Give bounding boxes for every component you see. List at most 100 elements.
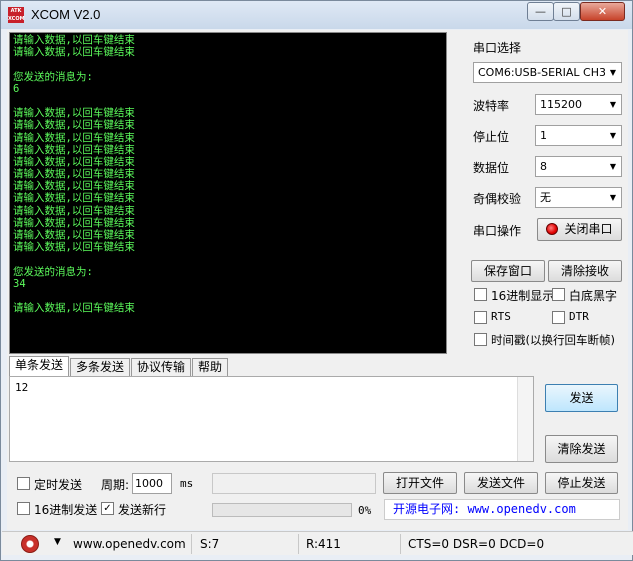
console-line: 请输入数据,以回车键结束 <box>13 216 135 229</box>
app-logo-icon: ATK XCOM <box>8 7 25 23</box>
tab-multi-send[interactable]: 多条发送 <box>70 358 131 376</box>
period-unit: ms <box>180 477 194 490</box>
timestamp-label: 时间戳(以换行回车断帧) <box>491 333 615 347</box>
port-select[interactable]: COM6:USB-SERIAL CH340 ▼ <box>473 62 622 83</box>
hex-send-label: 16进制发送 <box>34 503 98 517</box>
send-button[interactable]: 发送 <box>545 384 618 412</box>
stop-bits-label: 停止位 <box>473 130 510 144</box>
status-sent-count: S:7 <box>195 534 299 554</box>
period-value: 1000 <box>135 477 163 490</box>
chevron-down-icon: ▼ <box>605 188 621 207</box>
window-title: XCOM V2.0 <box>31 7 101 22</box>
timed-send-label: 定时发送 <box>34 478 83 492</box>
console-line: 请输入数据,以回车键结束 <box>13 119 135 132</box>
stop-bits-value: 1 <box>540 129 547 142</box>
dtr-checkbox[interactable] <box>552 311 565 324</box>
console-line: 请输入数据,以回车键结束 <box>13 192 135 205</box>
baud-select[interactable]: 115200 ▼ <box>535 94 622 115</box>
client-area: 请输入数据,以回车键结束 请输入数据,以回车键结束 您发送的消息为: 6 请输入数据,以… <box>7 30 628 530</box>
chevron-down-icon: ▼ <box>605 157 621 176</box>
console-line: 请输入数据,以回车键结束 <box>13 229 135 241</box>
parity-value: 无 <box>540 191 551 204</box>
console-line: 请输入数据,以回车键结束 <box>13 34 135 46</box>
title-bar[interactable]: ATK XCOM XCOM V2.0 — □ ✕ <box>1 1 632 29</box>
console-line: 请输入数据,以回车键结束 <box>13 241 135 254</box>
timed-send-checkbox[interactable] <box>17 477 30 490</box>
clear-send-button[interactable]: 清除发送 <box>545 435 618 463</box>
stop-send-button[interactable]: 停止发送 <box>545 472 618 494</box>
maximize-button[interactable]: □ <box>553 2 580 21</box>
receive-console[interactable]: 请输入数据,以回车键结束 请输入数据,以回车键结束 您发送的消息为: 6 请输入数据,以… <box>9 32 447 354</box>
dtr-label: DTR <box>569 310 589 323</box>
rts-checkbox[interactable] <box>474 311 487 324</box>
port-status-led-icon <box>546 223 559 235</box>
status-line-signals: CTS=0 DSR=0 DCD=0 <box>408 537 545 551</box>
rts-label: RTS <box>491 310 511 323</box>
save-window-button[interactable]: 保存窗口 <box>471 260 545 282</box>
parity-label: 奇偶校验 <box>473 192 522 206</box>
data-bits-value: 8 <box>540 160 547 173</box>
stop-bits-select[interactable]: 1 ▼ <box>535 125 622 146</box>
close-button[interactable]: ✕ <box>580 2 625 21</box>
clear-receive-button[interactable]: 清除接收 <box>548 260 622 282</box>
file-path-field[interactable] <box>212 473 376 494</box>
app-window: ATK XCOM XCOM V2.0 — □ ✕ 请输入数据,以回车键结束 请输入数… <box>0 0 633 561</box>
openedv-link[interactable]: 开源电子网: www.openedv.com <box>384 499 620 520</box>
close-port-button[interactable]: 关闭串口 <box>537 218 622 241</box>
console-line: 请输入数据,以回车键结束 <box>13 155 135 168</box>
chevron-down-icon: ▼ <box>605 95 621 114</box>
chevron-down-icon: ▼ <box>605 126 621 145</box>
send-scrollbar[interactable] <box>517 377 533 461</box>
port-select-label: 串口选择 <box>473 41 522 55</box>
data-bits-label: 数据位 <box>473 161 510 175</box>
timestamp-checkbox[interactable] <box>474 333 487 346</box>
port-select-value: COM6:USB-SERIAL CH340 <box>478 66 621 79</box>
tab-protocol[interactable]: 协议传输 <box>131 358 192 376</box>
console-line: 您发送的消息为: <box>13 70 93 83</box>
console-line: 请输入数据,以回车键结束 <box>13 107 135 120</box>
parity-select[interactable]: 无 ▼ <box>535 187 622 208</box>
console-line: 请输入数据,以回车键结束 <box>13 46 135 59</box>
close-port-label: 关闭串口 <box>564 222 613 236</box>
tab-help[interactable]: 帮助 <box>192 358 229 376</box>
newline-label: 发送新行 <box>118 503 167 517</box>
status-bar: ▼ www.openedv.com S:7 R:411 CTS=0 DSR=0 … <box>2 531 633 555</box>
baud-label: 波特率 <box>473 99 510 113</box>
console-line: 请输入数据,以回车键结束 <box>13 168 135 181</box>
dropdown-arrow-icon[interactable]: ▼ <box>54 537 61 547</box>
open-file-button[interactable]: 打开文件 <box>383 472 457 494</box>
status-url[interactable]: www.openedv.com <box>68 534 192 554</box>
send-input-text: 12 <box>15 381 29 394</box>
send-file-button[interactable]: 发送文件 <box>464 472 538 494</box>
console-line: 34 <box>13 277 26 290</box>
record-icon[interactable] <box>21 535 39 553</box>
hex-display-label: 16进制显示 <box>491 289 555 303</box>
newline-checkbox[interactable]: ✓ <box>101 502 114 515</box>
white-bg-label: 白底黑字 <box>569 289 618 303</box>
console-line: 请输入数据,以回车键结束 <box>13 143 135 156</box>
period-label: 周期: <box>101 478 130 492</box>
hex-display-checkbox[interactable] <box>474 288 487 301</box>
chevron-down-icon: ▼ <box>605 63 621 82</box>
port-operation-label: 串口操作 <box>473 224 522 238</box>
send-input[interactable]: 12 <box>9 376 534 462</box>
minimize-button[interactable]: — <box>527 2 554 21</box>
hex-send-checkbox[interactable] <box>17 502 30 515</box>
white-bg-checkbox[interactable] <box>552 288 565 301</box>
console-line: 请输入数据,以回车键结束 <box>13 180 135 193</box>
console-line: 请输入数据,以回车键结束 <box>13 302 135 315</box>
console-line: 6 <box>13 82 20 95</box>
tab-single-send[interactable]: 单条发送 <box>9 356 70 376</box>
progress-percent: 0% <box>358 504 372 517</box>
send-progress-bar <box>212 503 352 517</box>
period-input[interactable]: 1000 <box>132 473 172 494</box>
console-line: 请输入数据,以回车键结束 <box>13 204 135 217</box>
data-bits-select[interactable]: 8 ▼ <box>535 156 622 177</box>
baud-select-value: 115200 <box>540 98 582 111</box>
console-line: 您发送的消息为: <box>13 265 93 278</box>
status-received-count: R:411 <box>301 534 401 554</box>
